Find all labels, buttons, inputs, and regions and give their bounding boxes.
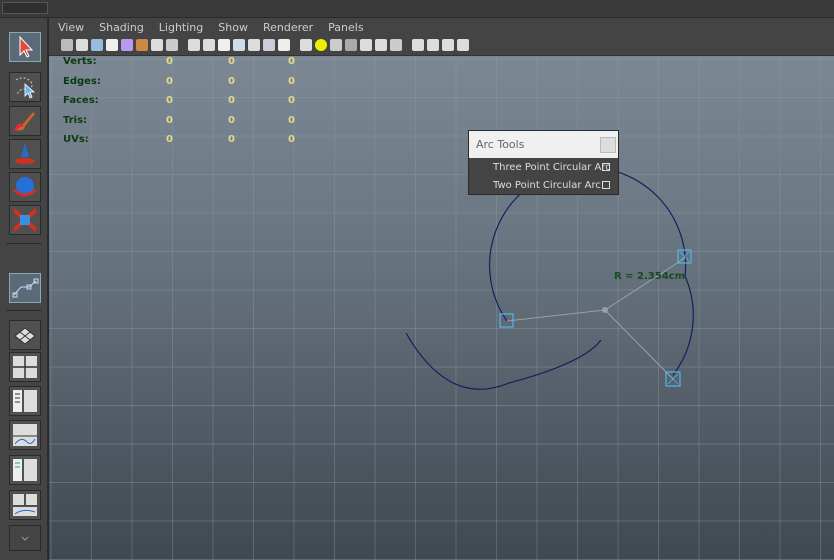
close-icon[interactable]: [600, 137, 616, 153]
outliner-layout-icon: [13, 390, 37, 412]
arc-tools-titlebar[interactable]: Arc Tools: [469, 131, 618, 158]
radius-line: [506, 309, 606, 322]
single-view-button[interactable]: [9, 320, 41, 350]
radius-line: [604, 309, 674, 380]
lasso-tool-button[interactable]: [9, 72, 41, 102]
chevron-down-icon: [21, 536, 29, 541]
arc-tools-window: Arc Tools Three Point Circular Arc Two P…: [468, 130, 619, 195]
rotate-tool-button[interactable]: [9, 172, 41, 202]
circular-arc-lower[interactable]: [405, 332, 602, 390]
graph-layout-icon: [13, 424, 37, 446]
graph-view-button[interactable]: [9, 420, 41, 450]
select-tool-button[interactable]: [9, 32, 41, 62]
top-strip: [0, 0, 834, 18]
hypershade-view-button[interactable]: [9, 455, 41, 485]
custom-view-button[interactable]: [9, 490, 41, 520]
arc-tool-button[interactable]: [9, 273, 41, 303]
arc-curve-layer: [405, 166, 694, 390]
radius-line: [604, 257, 686, 311]
lasso-icon: [15, 77, 36, 99]
arc-tools-title: Arc Tools: [476, 138, 525, 151]
shelf-tabs[interactable]: [2, 2, 48, 14]
four-view-button[interactable]: [9, 352, 41, 382]
option-box-icon[interactable]: [602, 181, 610, 189]
radius-label: R = 2.354cm: [614, 271, 686, 282]
toolbox: [0, 18, 48, 560]
perspective-grid-icon: [14, 327, 36, 345]
arc-center-point: [602, 307, 608, 313]
menu-item-two-point-arc[interactable]: Two Point Circular Arc: [469, 176, 618, 194]
hypershade-layout-icon: [13, 459, 37, 481]
menu-item-label: Three Point Circular Arc: [493, 162, 611, 173]
scale-cube-icon: [12, 208, 38, 232]
option-box-icon[interactable]: [602, 163, 610, 171]
arrow-cursor-icon: [19, 35, 34, 58]
toolbox-expand-button[interactable]: [9, 525, 41, 551]
multi-panel-icon: [13, 494, 37, 516]
paint-brush-icon: [13, 112, 35, 131]
four-panel-icon: [13, 356, 37, 378]
scale-tool-button[interactable]: [9, 205, 41, 235]
perspective-viewport[interactable]: View Shading Lighting Show Renderer Pane…: [48, 18, 834, 560]
move-arrow-icon: [15, 143, 35, 164]
outliner-view-button[interactable]: [9, 386, 41, 416]
menu-item-three-point-arc[interactable]: Three Point Circular Arc: [469, 158, 618, 176]
rotate-sphere-icon: [12, 177, 38, 197]
curve-tool-icon: [12, 278, 39, 298]
move-tool-button[interactable]: [9, 139, 41, 169]
menu-item-label: Two Point Circular Arc: [493, 180, 601, 191]
paint-tool-button[interactable]: [9, 106, 41, 136]
